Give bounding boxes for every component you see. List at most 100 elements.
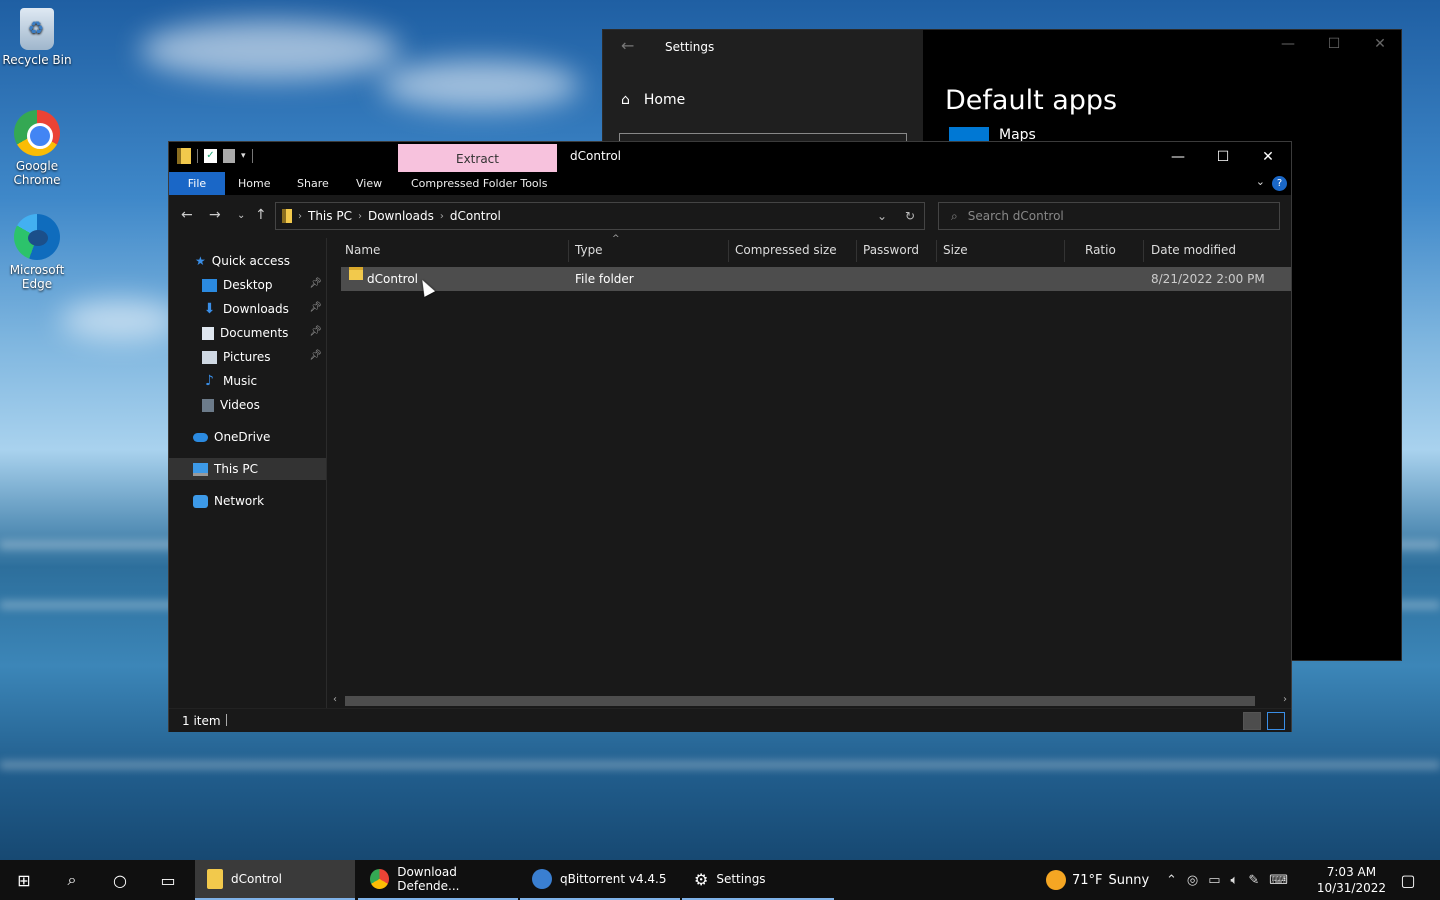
nav-documents[interactable]: Documents 📌︎ — [169, 322, 326, 344]
file-explorer-window[interactable]: ✓ ▾ Extract dControl — ☐ ✕ File Home Sha… — [168, 141, 1292, 732]
toolbar-separator — [251, 149, 253, 163]
back-arrow-icon[interactable]: ← — [181, 207, 193, 223]
file-list: ^ Name Type Compressed size Password ...… — [329, 234, 1291, 708]
nav-videos[interactable]: Videos — [169, 394, 326, 416]
volume-muted-icon[interactable]: 🔈︎ — [1231, 873, 1239, 888]
minimize-icon[interactable]: — — [1155, 145, 1201, 169]
maximize-icon[interactable]: ☐ — [1200, 145, 1246, 169]
taskbar-app-qbittorrent[interactable]: qBittorrent v4.4.5 — [520, 860, 680, 900]
meet-now-icon[interactable]: ◎ — [1187, 873, 1198, 888]
tab-share[interactable]: Share — [297, 172, 329, 195]
desktop-icon — [202, 278, 217, 292]
tab-home[interactable]: Home — [238, 172, 270, 195]
column-header-name[interactable]: Name — [329, 238, 568, 262]
settings-page-heading: Default apps — [945, 85, 1118, 116]
taskbar-app-chrome[interactable]: Download Defende... — [358, 860, 518, 900]
nav-downloads[interactable]: ⬇ Downloads 📌︎ — [169, 298, 326, 320]
explorer-titlebar[interactable]: ✓ ▾ Extract dControl — ☐ ✕ — [169, 142, 1291, 172]
extract-contextual-tab[interactable]: Extract — [398, 144, 557, 172]
wallpaper-cloud — [60, 300, 180, 340]
notifications-icon[interactable]: ▢ — [1386, 860, 1430, 900]
expand-ribbon-icon[interactable]: ⌄ — [1256, 175, 1265, 188]
row-name: dControl — [367, 272, 418, 286]
nav-desktop[interactable]: Desktop 📌︎ — [169, 274, 326, 296]
column-header-compressed-size[interactable]: Compressed size — [719, 238, 847, 262]
forward-arrow-icon[interactable]: → — [209, 207, 221, 223]
recent-locations-icon[interactable]: ⌄ — [237, 210, 245, 221]
column-header-password[interactable]: Password ... — [847, 238, 927, 281]
address-controls: ⌄ ↻ — [868, 203, 924, 229]
taskbar-app-settings[interactable]: ⚙ Settings — [682, 860, 834, 900]
nav-quick-access[interactable]: ★ Quick access — [169, 250, 326, 272]
address-bar[interactable]: › This PC › Downloads › dControl ⌄ ↻ — [275, 202, 925, 230]
nav-pictures[interactable]: Pictures 📌︎ — [169, 346, 326, 368]
pen-icon[interactable]: ✎ — [1248, 873, 1259, 888]
desktop-icon-recycle-bin[interactable]: Recycle Bin — [2, 8, 72, 67]
wallpaper-cloud — [380, 60, 580, 110]
scroll-right-icon[interactable]: › — [1283, 694, 1287, 705]
customize-toolbar-icon[interactable]: ▾ — [241, 151, 246, 161]
status-separator — [226, 714, 227, 726]
close-icon[interactable]: ✕ — [1245, 145, 1291, 169]
item-count: 1 item — [182, 714, 221, 728]
pin-icon: 📌︎ — [309, 350, 322, 361]
new-folder-icon[interactable] — [223, 149, 235, 163]
zip-folder-icon — [207, 869, 223, 889]
taskbar-app-dcontrol[interactable]: dControl — [195, 860, 355, 900]
nav-label: Quick access — [211, 254, 290, 268]
column-header-size[interactable]: Size — [927, 238, 1055, 262]
show-hidden-icons-icon[interactable]: ⌃ — [1166, 873, 1177, 888]
tab-view[interactable]: View — [356, 172, 382, 195]
horizontal-scrollbar[interactable]: ‹ › — [329, 694, 1291, 708]
settings-title: Settings — [665, 40, 715, 54]
settings-home-label: Home — [643, 92, 686, 108]
breadcrumb-dcontrol[interactable]: dControl — [450, 209, 501, 223]
nav-network[interactable]: Network — [169, 490, 326, 512]
desktop-icon-label: Microsoft Edge — [9, 263, 65, 291]
desktop-icon-label: Recycle Bin — [2, 53, 72, 67]
scrollbar-thumb[interactable] — [345, 696, 1255, 706]
task-view-icon[interactable]: ▭ — [144, 860, 192, 900]
nav-music[interactable]: ♪ Music — [169, 370, 326, 392]
nav-this-pc[interactable]: This PC — [169, 458, 326, 480]
table-row[interactable]: dControl File folder 8/21/2022 2:00 PM — [341, 267, 1291, 291]
up-arrow-icon[interactable]: ↑ — [255, 207, 267, 223]
breadcrumb-downloads[interactable]: Downloads — [368, 209, 434, 223]
help-icon[interactable]: ? — [1272, 176, 1287, 191]
search-icon[interactable]: ⌕ — [48, 860, 96, 900]
qbittorrent-icon — [532, 869, 552, 889]
search-box[interactable]: ⌕ Search dControl — [938, 202, 1280, 230]
close-icon[interactable]: ✕ — [1357, 36, 1403, 52]
desktop-icon-chrome[interactable]: Google Chrome — [2, 110, 72, 187]
column-header-date-modified[interactable]: Date modified — [1135, 238, 1275, 262]
network-icon[interactable]: ▭ — [1208, 873, 1220, 888]
cortana-icon[interactable]: ○ — [96, 860, 144, 900]
large-icons-view-icon[interactable] — [1267, 712, 1285, 730]
scroll-left-icon[interactable]: ‹ — [333, 694, 337, 705]
keyboard-icon[interactable]: ⌨ — [1269, 873, 1288, 888]
maximize-icon[interactable]: ☐ — [1311, 36, 1357, 52]
properties-icon[interactable]: ✓ — [204, 149, 217, 163]
column-separator[interactable] — [1064, 240, 1065, 262]
breadcrumb-separator: › — [439, 210, 444, 222]
tab-file[interactable]: File — [169, 172, 225, 195]
videos-icon — [202, 398, 214, 412]
clock-time: 7:03 AM — [1326, 865, 1377, 879]
tab-compressed-folder-tools[interactable]: Compressed Folder Tools — [411, 172, 547, 195]
back-arrow-icon[interactable]: ← — [621, 36, 634, 55]
details-view-icon[interactable] — [1243, 712, 1261, 730]
weather-widget[interactable]: 71°F Sunny — [1046, 860, 1149, 900]
pane-divider[interactable] — [326, 238, 327, 708]
windows-start-icon[interactable]: ⊞ — [0, 860, 48, 900]
nav-onedrive[interactable]: OneDrive — [169, 426, 326, 448]
column-header-type[interactable]: Type — [559, 238, 719, 262]
desktop-icon-edge[interactable]: Microsoft Edge — [2, 214, 72, 291]
refresh-icon[interactable]: ↻ — [896, 203, 924, 229]
status-bar: 1 item — [169, 708, 1291, 732]
clock[interactable]: 7:03 AM 10/31/2022 — [1317, 864, 1386, 896]
minimize-icon[interactable]: — — [1265, 36, 1311, 52]
address-dropdown-icon[interactable]: ⌄ — [868, 203, 896, 229]
settings-home-item[interactable]: ⌂ Home — [621, 92, 685, 108]
breadcrumb-this-pc[interactable]: This PC — [308, 209, 352, 223]
chrome-icon — [14, 110, 60, 156]
